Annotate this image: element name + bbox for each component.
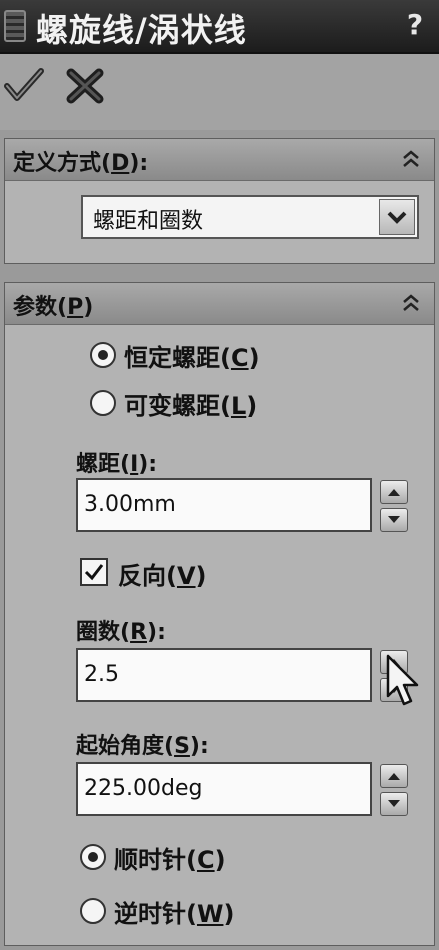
constant-pitch-option[interactable]: 恒定螺距(C) [90, 338, 320, 372]
pitch-increment-button[interactable] [380, 480, 408, 504]
arrow-down-icon [388, 516, 400, 523]
counterclockwise-option[interactable]: 逆时针(W) [80, 894, 280, 928]
mouse-pointer-icon [386, 654, 419, 706]
start-angle-decrement-button[interactable] [380, 792, 408, 816]
constant-pitch-label: 恒定螺距(C) [124, 344, 260, 372]
start-angle-increment-button[interactable] [380, 764, 408, 788]
start-angle-label: 起始角度(S): [76, 734, 209, 759]
pitch-decrement-button[interactable] [380, 508, 408, 532]
parameters-header[interactable]: 参数(P) [5, 283, 434, 325]
revolutions-label: 圈数(R): [76, 620, 166, 645]
helix-feature-icon [4, 10, 26, 42]
arrow-up-icon [388, 489, 400, 496]
define-by-title: 定义方式(D): [13, 151, 149, 176]
window-title: 螺旋线/涡状线 [36, 11, 247, 49]
start-angle-spinner[interactable] [376, 762, 416, 820]
collapse-chevron-icon[interactable] [400, 293, 422, 313]
clockwise-radio[interactable] [80, 844, 106, 870]
pitch-spinner[interactable] [376, 478, 416, 536]
help-button[interactable]: ? [400, 6, 430, 44]
variable-pitch-option[interactable]: 可变螺距(L) [90, 386, 320, 420]
reverse-checkbox[interactable] [80, 558, 108, 586]
arrow-up-icon [388, 773, 400, 780]
cancel-x-icon[interactable] [66, 68, 104, 104]
counterclockwise-label: 逆时针(W) [114, 900, 235, 928]
ok-checkmark-icon[interactable] [4, 66, 44, 106]
pitch-label: 螺距(I): [76, 452, 158, 477]
reverse-option[interactable]: 反向(V) [80, 556, 240, 590]
define-by-group: 定义方式(D): 螺距和圈数 [4, 138, 435, 264]
define-by-selected-value: 螺距和圈数 [93, 209, 204, 234]
variable-pitch-radio[interactable] [90, 390, 116, 416]
revolutions-value: 2.5 [84, 662, 119, 687]
start-angle-field[interactable]: 225.00deg [76, 762, 372, 816]
pitch-field[interactable]: 3.00mm [76, 478, 372, 532]
title-bar: 螺旋线/涡状线 ? [0, 0, 439, 54]
define-by-select[interactable]: 螺距和圈数 [81, 195, 419, 239]
clockwise-label: 顺时针(C) [114, 846, 226, 874]
constant-pitch-radio[interactable] [90, 342, 116, 368]
collapse-chevron-icon[interactable] [400, 149, 422, 169]
clockwise-option[interactable]: 顺时针(C) [80, 840, 280, 874]
define-by-header[interactable]: 定义方式(D): [5, 139, 434, 181]
revolutions-field[interactable]: 2.5 [76, 648, 372, 702]
counterclockwise-radio[interactable] [80, 898, 106, 924]
reverse-label: 反向(V) [118, 562, 207, 590]
pitch-value: 3.00mm [84, 492, 176, 517]
dropdown-button[interactable] [379, 199, 415, 235]
chevron-down-icon [387, 211, 407, 224]
start-angle-value: 225.00deg [84, 776, 203, 801]
arrow-down-icon [388, 800, 400, 807]
variable-pitch-label: 可变螺距(L) [124, 392, 258, 420]
checkmark-icon [84, 564, 104, 581]
parameters-title: 参数(P) [13, 295, 94, 320]
